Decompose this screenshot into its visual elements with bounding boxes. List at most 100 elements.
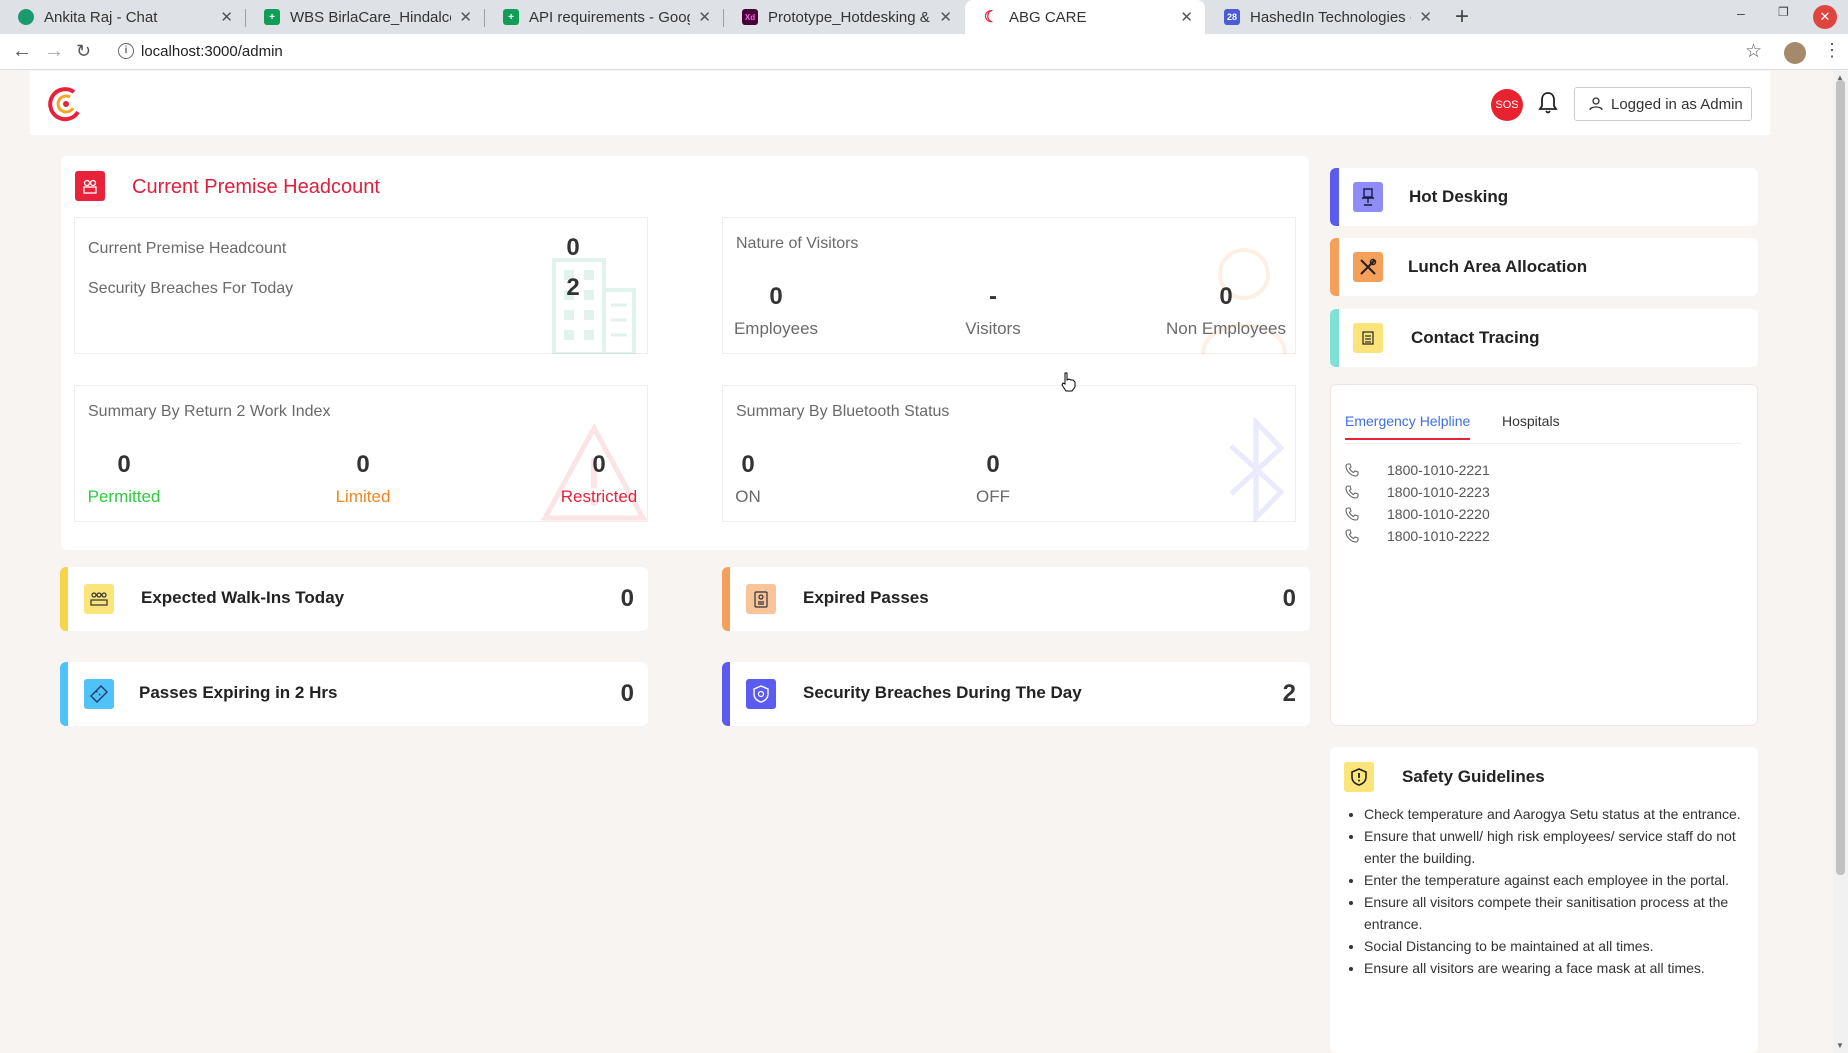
passes-expiring-label: Passes Expiring in 2 Hrs [139, 683, 338, 702]
url-field[interactable]: localhost:3000/admin [141, 43, 283, 60]
shield-alert-icon [1344, 762, 1374, 792]
return-to-work-card: Summary By Return 2 Work Index 0 Permitt… [74, 385, 648, 522]
visitors-label: Visitors [965, 319, 1021, 338]
bluetooth-off-label: OFF [976, 487, 1010, 506]
tab-title: API requirements - Googl [529, 8, 691, 26]
people-icon [75, 171, 105, 201]
chat-favicon-icon [18, 9, 34, 25]
utensils-icon [1353, 252, 1383, 282]
phone-number: 1800-1010-2220 [1387, 506, 1490, 522]
bluetooth-off-value: 0 [986, 451, 1000, 478]
phone-icon [1345, 529, 1359, 543]
restricted-label: Restricted [560, 487, 638, 506]
scroll-down-arrow-icon[interactable]: ▼ [1836, 1041, 1844, 1050]
panel-title: Current Premise Headcount [132, 176, 380, 198]
safety-list: Check temperature and Aarogya Setu statu… [1364, 803, 1744, 979]
phone-number-row[interactable]: 1800-1010-2222 [1345, 528, 1490, 544]
reload-icon[interactable]: ↻ [76, 41, 91, 62]
tab-divider [1345, 443, 1741, 444]
browser-tab[interactable]: Xd Prototype_Hotdesking & I ✕ [724, 0, 964, 34]
security-breaches-card[interactable]: Security Breaches During The Day 2 [722, 662, 1310, 726]
browser-tab[interactable]: 28 HashedIn Technologies - C ✕ [1206, 0, 1444, 34]
scroll-up-arrow-icon[interactable]: ▲ [1836, 73, 1844, 82]
abg-care-favicon-icon: ☾ [983, 9, 999, 26]
tab-emergency-helpline[interactable]: Emergency Helpline [1345, 413, 1471, 440]
window-close-icon[interactable]: ✕ [1813, 5, 1837, 29]
minimize-icon[interactable]: – [1737, 5, 1745, 21]
expired-passes-card[interactable]: Expired Passes 0 [722, 567, 1310, 631]
contact-tracing-link[interactable]: Contact Tracing [1330, 309, 1758, 367]
premise-headcount-card: Current Premise Headcount 0 Security Bre… [74, 217, 648, 354]
calendar-favicon-icon: 28 [1224, 9, 1240, 25]
ticket-icon [84, 679, 114, 709]
breaches-today-label: Security Breaches For Today [88, 280, 294, 297]
security-breaches-value: 2 [1282, 680, 1296, 707]
lunch-area-label: Lunch Area Allocation [1408, 257, 1588, 276]
close-icon[interactable]: ✕ [698, 8, 711, 26]
guideline-item: Check temperature and Aarogya Setu statu… [1364, 803, 1744, 825]
close-icon[interactable]: ✕ [1419, 8, 1432, 26]
tab-hospitals[interactable]: Hospitals [1502, 413, 1560, 438]
visitors-title: Nature of Visitors [736, 235, 859, 252]
chair-icon [1353, 182, 1383, 212]
restricted-value: 0 [592, 451, 606, 478]
passes-expiring-card[interactable]: Passes Expiring in 2 Hrs 0 [60, 662, 648, 726]
restore-icon[interactable]: ❐ [1778, 5, 1789, 19]
sos-button[interactable]: SOS [1491, 89, 1523, 121]
permitted-value: 0 [117, 451, 131, 478]
logged-in-label: Logged in as Admin [1611, 95, 1743, 113]
tab-title: Ankita Raj - Chat [44, 8, 158, 26]
phone-number-row[interactable]: 1800-1010-2223 [1345, 484, 1490, 500]
abg-care-logo[interactable] [48, 86, 84, 122]
phone-icon [1345, 507, 1359, 521]
address-bar: ← → ↻ i localhost:3000/admin ☆ ⋮ [0, 34, 1848, 70]
card-accent-bar [1330, 168, 1339, 226]
phone-number-row[interactable]: 1800-1010-2221 [1345, 462, 1490, 478]
more-menu-icon[interactable]: ⋮ [1823, 40, 1841, 61]
id-badge-icon [746, 584, 776, 614]
hand-cursor-icon [1061, 372, 1076, 392]
bookmark-star-icon[interactable]: ☆ [1745, 40, 1762, 63]
hot-desking-link[interactable]: Hot Desking [1330, 168, 1758, 226]
lunch-area-link[interactable]: Lunch Area Allocation [1330, 238, 1758, 296]
walkins-value: 0 [620, 585, 634, 612]
browser-tab[interactable]: + API requirements - Googl ✕ [485, 0, 723, 34]
walkins-label: Expected Walk-Ins Today [141, 588, 345, 607]
profile-avatar[interactable] [1784, 42, 1806, 64]
logged-in-button[interactable]: Logged in as Admin [1574, 87, 1752, 121]
back-arrow-icon[interactable]: ← [12, 40, 32, 63]
tab-title: WBS BirlaCare_Hindalco - [290, 8, 452, 26]
employees-label: Employees [733, 319, 819, 338]
bell-icon[interactable] [1538, 91, 1558, 115]
bluetooth-icon [1229, 418, 1285, 522]
close-icon[interactable]: ✕ [459, 8, 472, 26]
r2w-title: Summary By Return 2 Work Index [88, 403, 331, 420]
contact-tracing-label: Contact Tracing [1411, 328, 1540, 347]
headcount-panel: Current Premise Headcount Current Premis… [61, 156, 1309, 550]
expected-walkins-card[interactable]: Expected Walk-Ins Today 0 [60, 567, 648, 631]
sheets-favicon-icon: + [264, 9, 280, 25]
new-tab-icon[interactable]: + [1455, 3, 1469, 31]
phone-number-row[interactable]: 1800-1010-2220 [1345, 506, 1490, 522]
card-accent-bar [1330, 309, 1339, 367]
close-icon[interactable]: ✕ [220, 8, 233, 26]
safety-guidelines-panel: Safety Guidelines Check temperature and … [1330, 747, 1758, 1053]
bluetooth-on-value: 0 [741, 451, 755, 478]
safety-title: Safety Guidelines [1402, 767, 1545, 786]
browser-tab[interactable]: Ankita Raj - Chat ✕ [0, 0, 245, 34]
sheets-favicon-icon: + [503, 9, 519, 25]
permitted-label: Permitted [87, 487, 161, 506]
browser-tab[interactable]: + WBS BirlaCare_Hindalco - ✕ [246, 0, 484, 34]
close-icon[interactable]: ✕ [1180, 8, 1193, 26]
forward-arrow-icon[interactable]: → [44, 40, 64, 63]
close-icon[interactable]: ✕ [939, 8, 952, 26]
guideline-item: Ensure all visitors are wearing a face m… [1364, 957, 1744, 979]
passes-expiring-value: 0 [620, 680, 634, 707]
info-icon[interactable]: i [118, 43, 134, 59]
bluetooth-title: Summary By Bluetooth Status [736, 403, 950, 420]
guideline-item: Ensure all visitors compete their saniti… [1364, 891, 1744, 935]
phone-icon [1345, 485, 1359, 499]
tab-title: Prototype_Hotdesking & I [768, 8, 932, 26]
browser-tab-active[interactable]: ☾ ABG CARE ✕ [965, 0, 1205, 34]
scrollbar-thumb[interactable] [1836, 80, 1845, 875]
